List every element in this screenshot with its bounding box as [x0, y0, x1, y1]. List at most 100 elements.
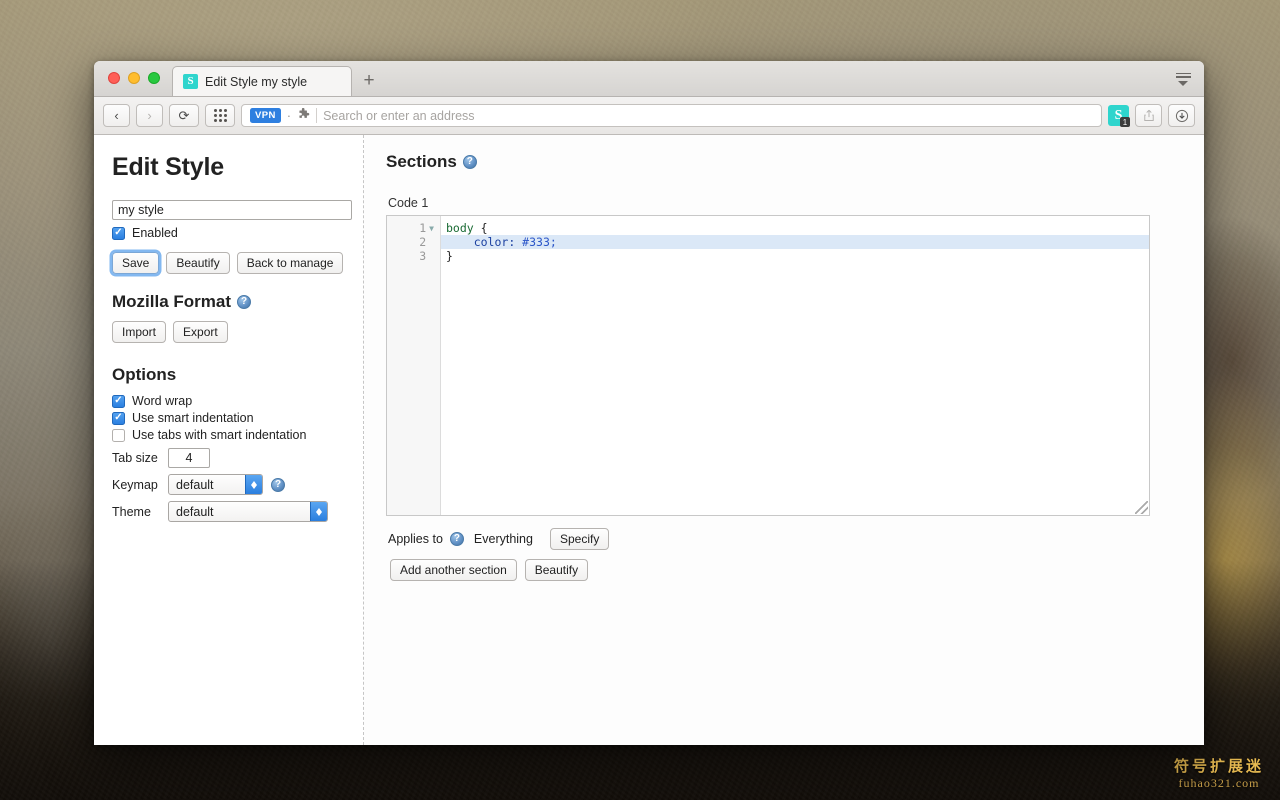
enabled-label: Enabled [132, 226, 178, 240]
puzzle-icon[interactable] [297, 108, 310, 124]
options-checkbox-group: Word wrap Use smart indentation Use tabs… [112, 394, 343, 442]
stylish-favicon-icon: S [183, 74, 198, 89]
address-bar-divider [316, 108, 317, 123]
code-line[interactable]: } [441, 249, 1149, 263]
code-editor[interactable]: 1▼ 2▼ 3▼ body { color: #333; } [386, 215, 1150, 516]
line-number-gutter: 1▼ 2▼ 3▼ [387, 216, 441, 515]
save-button[interactable]: Save [112, 252, 159, 274]
sections-heading: Sections ? [386, 152, 1204, 172]
share-icon[interactable] [1135, 104, 1162, 127]
indent-token [446, 235, 474, 249]
beautify-button[interactable]: Beautify [166, 252, 229, 274]
tab-size-label: Tab size [112, 451, 160, 465]
word-wrap-checkbox[interactable] [112, 395, 125, 408]
stylish-badge-count: 1 [1120, 117, 1130, 127]
sections-label: Sections [386, 152, 457, 172]
apps-grid-icon[interactable] [205, 104, 235, 127]
css-value-token: #333; [515, 235, 557, 249]
css-selector-token: body [446, 221, 474, 235]
edit-style-sidebar: Edit Style my style Enabled Save Beautif… [94, 135, 364, 745]
section-actions: Add another section Beautify [390, 559, 1204, 581]
help-icon[interactable]: ? [463, 155, 477, 169]
theme-select[interactable]: default [168, 501, 328, 522]
options-label: Options [112, 365, 176, 385]
sections-panel: Sections ? Code 1 1▼ 2▼ 3▼ body [364, 135, 1204, 745]
address-input[interactable]: Search or enter an address [323, 109, 474, 123]
line-number[interactable]: 2▼ [387, 235, 440, 249]
applies-to-value: Everything [474, 532, 533, 546]
import-button[interactable]: Import [112, 321, 166, 343]
reload-button[interactable]: ⟳ [169, 104, 199, 127]
applies-to-label: Applies to [388, 532, 443, 546]
maximize-window-button[interactable] [148, 72, 160, 84]
style-name-input[interactable]: my style [112, 200, 352, 220]
code-line-active[interactable]: color: #333; [441, 235, 1149, 249]
tab-title: Edit Style my style [205, 75, 307, 89]
window-controls [104, 61, 166, 96]
download-icon[interactable] [1168, 104, 1195, 127]
export-button[interactable]: Export [173, 321, 228, 343]
word-wrap-row[interactable]: Word wrap [112, 394, 343, 408]
watermark-url: fuhao321.com [1174, 776, 1264, 790]
smart-indentation-label: Use smart indentation [132, 411, 254, 425]
theme-label: Theme [112, 505, 160, 519]
page-title: Edit Style [112, 153, 343, 182]
browser-toolbar: ‹ › ⟳ VPN · Search or enter an address S… [94, 97, 1204, 135]
mozilla-format-actions: Import Export [112, 321, 343, 343]
word-wrap-label: Word wrap [132, 394, 192, 408]
keymap-select[interactable]: default [168, 474, 263, 495]
smart-indentation-row[interactable]: Use smart indentation [112, 411, 343, 425]
enabled-checkbox[interactable] [112, 227, 125, 240]
page-content: Edit Style my style Enabled Save Beautif… [94, 135, 1204, 745]
tab-size-row: Tab size 4 [112, 448, 343, 468]
browser-window: S Edit Style my style + ‹ › ⟳ VPN · Sear… [94, 61, 1204, 745]
add-another-section-button[interactable]: Add another section [390, 559, 517, 581]
line-number[interactable]: 1▼ [387, 221, 440, 235]
back-to-manage-button[interactable]: Back to manage [237, 252, 344, 274]
specify-button[interactable]: Specify [550, 528, 609, 550]
tabs-with-smart-indentation-checkbox[interactable] [112, 429, 125, 442]
vpn-badge[interactable]: VPN [250, 108, 281, 123]
keymap-row: Keymap default ? [112, 474, 343, 495]
help-icon[interactable]: ? [237, 295, 251, 309]
tab-size-input[interactable]: 4 [168, 448, 210, 468]
separator-dot: · [287, 109, 291, 122]
help-icon[interactable]: ? [271, 478, 285, 492]
help-icon[interactable]: ? [450, 532, 464, 546]
primary-actions: Save Beautify Back to manage [112, 252, 343, 274]
theme-value: default [176, 505, 214, 519]
beautify-section-button[interactable]: Beautify [525, 559, 588, 581]
tabs-with-smart-indentation-label: Use tabs with smart indentation [132, 428, 306, 442]
theme-stepper-icon[interactable] [310, 502, 327, 521]
tab-bar: S Edit Style my style + [94, 61, 1204, 97]
keymap-value: default [176, 478, 214, 492]
close-window-button[interactable] [108, 72, 120, 84]
forward-button[interactable]: › [136, 104, 163, 127]
close-brace-token: } [446, 249, 453, 263]
keymap-stepper-icon[interactable] [245, 475, 262, 494]
code-line[interactable]: body { [441, 221, 1149, 235]
tabs-with-smart-indentation-row[interactable]: Use tabs with smart indentation [112, 428, 343, 442]
line-number[interactable]: 3▼ [387, 249, 440, 263]
options-heading: Options [112, 365, 343, 385]
enabled-checkbox-row[interactable]: Enabled [112, 226, 343, 240]
theme-row: Theme default [112, 501, 343, 522]
fold-arrow-icon[interactable]: ▼ [429, 224, 434, 233]
editor-resize-handle[interactable] [1135, 501, 1148, 514]
code-section-label: Code 1 [388, 196, 1204, 210]
minimize-window-button[interactable] [128, 72, 140, 84]
watermark: 符号扩展迷 fuhao321.com [1174, 758, 1264, 790]
smart-indentation-checkbox[interactable] [112, 412, 125, 425]
code-text-area[interactable]: body { color: #333; } [441, 216, 1149, 515]
show-all-tabs-icon[interactable] [1172, 69, 1194, 89]
stylish-extension-icon[interactable]: S 1 [1108, 105, 1129, 126]
new-tab-button[interactable]: + [352, 66, 386, 96]
address-bar[interactable]: VPN · Search or enter an address [241, 104, 1102, 127]
applies-to-row: Applies to ? Everything Specify [388, 528, 1204, 550]
back-button[interactable]: ‹ [103, 104, 130, 127]
watermark-chinese-text: 符号扩展迷 [1174, 758, 1264, 776]
mozilla-format-label: Mozilla Format [112, 292, 231, 312]
browser-tab[interactable]: S Edit Style my style [172, 66, 352, 96]
keymap-label: Keymap [112, 478, 160, 492]
open-brace-token: { [474, 221, 488, 235]
